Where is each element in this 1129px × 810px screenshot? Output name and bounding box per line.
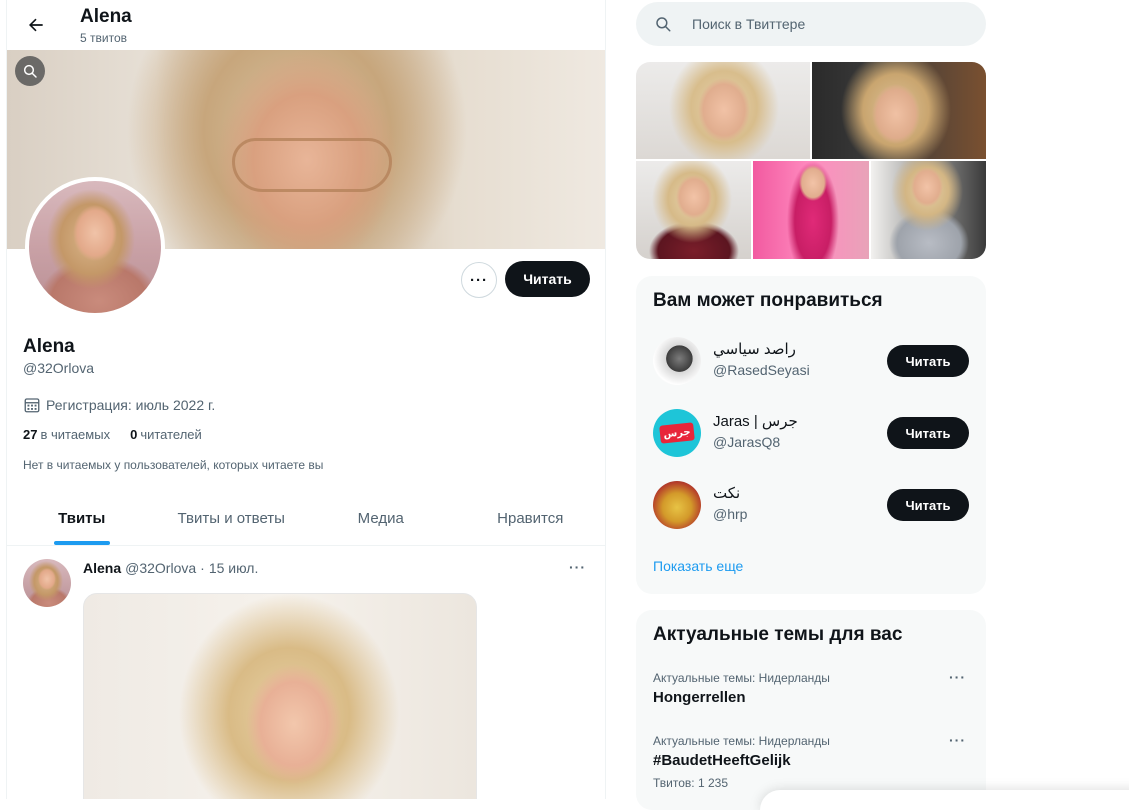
who-to-follow-panel: Вам может понравиться راصد سياسي @RasedS… [636,276,986,594]
tab-label: Твиты [58,510,106,527]
gallery-photo[interactable] [753,161,869,259]
tab-tweets[interactable]: Твиты [7,492,157,545]
trend-item[interactable]: Актуальные темы: Нидерланды Hongerrellen… [636,669,986,733]
trends-title: Актуальные темы для вас [653,624,903,645]
gallery-photo[interactable] [636,161,751,259]
active-tab-indicator [53,541,110,545]
following-link[interactable]: 27 в читаемых [23,427,110,442]
suggested-user-avatar[interactable] [653,337,701,385]
tab-media[interactable]: Медиа [306,492,456,545]
followers-label: читателей [140,427,202,442]
header-tweet-count: 5 твитов [80,31,127,45]
gallery-photo[interactable] [636,62,810,159]
profile-stats: 27 в читаемых 0 читателей [23,427,202,442]
back-arrow-icon [29,18,43,32]
back-button[interactable] [21,10,51,40]
show-more-link[interactable]: Показать еще [653,558,743,574]
tweet-header: Alena @32Orlova · 15 июл. [83,560,258,576]
trend-name: #BaudetHeeftGelijk [653,752,791,769]
follow-button[interactable]: Читать [887,489,969,521]
who-to-follow-title: Вам может понравиться [653,290,883,311]
banner-glasses-shape [232,138,392,192]
tweet-separator: · [200,560,205,576]
profile-avatar[interactable] [25,177,165,317]
trend-more-button[interactable]: ··· [949,732,966,748]
trend-meta: Актуальные темы: Нидерланды [653,734,830,748]
profile-handle: @32Orlova [23,360,95,376]
header-name: Alena [80,6,132,27]
followers-count: 0 [130,427,138,442]
suggested-user[interactable]: جرس Jaras | جرس @JarasQ8 Читать [636,397,986,469]
suggested-user-avatar[interactable] [653,481,701,529]
suggested-user-name: راصد سياسي [713,341,796,358]
profile-name: Alena [23,336,75,357]
tweet-media-image[interactable] [83,593,477,799]
suggested-user-name: نكت [713,485,741,502]
trend-name: Hongerrellen [653,689,746,706]
tab-tweets-replies[interactable]: Твиты и ответы [157,492,307,545]
suggested-user[interactable]: راصد سياسي @RasedSeyasi Читать [636,325,986,397]
trend-more-button[interactable]: ··· [949,669,966,685]
suggested-user-handle: @JarasQ8 [713,434,781,450]
gallery-photo[interactable] [812,62,986,159]
profile-media-gallery [636,62,986,259]
tweet-author-name[interactable]: Alena [83,560,121,576]
joined-text: Регистрация: июль 2022 г. [46,397,216,413]
trend-tweet-count: Твитов: 1 235 [653,776,728,790]
follow-button[interactable]: Читать [887,417,969,449]
search-icon [23,64,37,78]
tab-label: Медиа [357,510,404,527]
suggested-user-name: Jaras | جرس [713,413,798,430]
following-count: 27 [23,427,38,442]
more-icon: ··· [470,271,488,289]
tab-likes[interactable]: Нравится [456,492,606,545]
search-input[interactable]: Поиск в Твиттере [636,2,986,46]
profile-joined: Регистрация: июль 2022 г. [23,396,215,414]
profile-header-bar: Alena 5 твитов [7,0,605,50]
follow-button[interactable]: Читать [505,261,590,297]
tab-label: Твиты и ответы [177,510,285,527]
tweet-avatar[interactable] [23,559,71,607]
search-icon [654,14,674,34]
suggested-user[interactable]: نكت @hrp Читать [636,469,986,541]
follow-button[interactable]: Читать [887,345,969,377]
suggested-user-avatar[interactable]: جرس [653,409,701,457]
following-label: в читаемых [40,427,111,442]
tweet[interactable]: Alena @32Orlova · 15 июл. ··· [7,547,605,799]
trend-meta: Актуальные темы: Нидерланды [653,671,830,685]
trends-panel: Актуальные темы для вас Актуальные темы:… [636,610,986,810]
tweet-more-button[interactable]: ··· [569,559,586,575]
profile-tabs: Твиты Твиты и ответы Медиа Нравится [7,492,605,546]
search-placeholder: Поиск в Твиттере [692,16,806,32]
gallery-photo[interactable] [871,161,986,259]
profile-column: Alena 5 твитов ··· Читать Alena @32Orlov… [6,0,606,799]
tweet-author-handle[interactable]: @32Orlova [125,560,196,576]
tab-label: Нравится [497,510,564,527]
mutual-followers-note: Нет в читаемых у пользователей, которых … [23,458,324,472]
messages-drawer-edge[interactable] [760,790,1129,810]
banner-search-button[interactable] [15,56,45,86]
jaras-logo: جرس [659,422,695,444]
suggested-user-handle: @hrp [713,506,748,522]
suggested-user-handle: @RasedSeyasi [713,362,810,378]
calendar-icon [24,398,40,413]
followers-link[interactable]: 0 читателей [130,427,202,442]
trend-item[interactable]: Актуальные темы: Нидерланды #BaudetHeeft… [636,732,986,796]
tweet-date[interactable]: 15 июл. [209,560,259,576]
profile-more-button[interactable]: ··· [461,262,497,298]
